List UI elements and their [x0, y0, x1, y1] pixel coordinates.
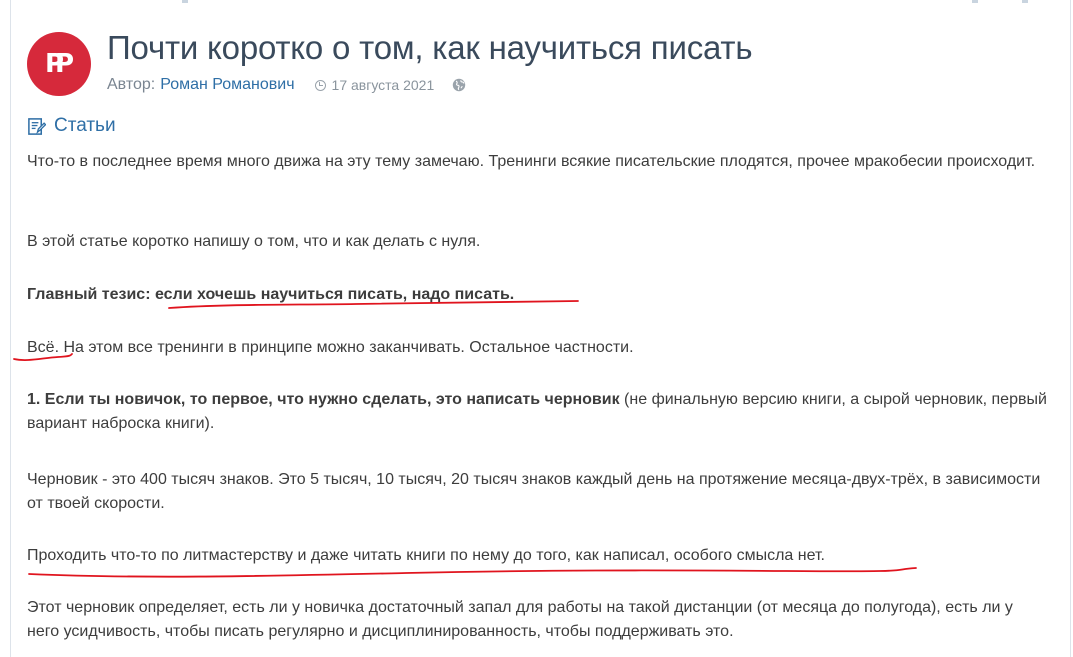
category-link[interactable]: Статьи [27, 115, 116, 137]
paragraph-thesis: Главный тезис: если хочешь научиться пис… [27, 283, 1047, 307]
paragraph-highlight: Проходить что-то по литмастерству и даже… [27, 547, 825, 564]
thesis-label: Главный тезис: [27, 286, 155, 303]
paragraph: 1. Если ты новичок, то первое, что нужно… [27, 388, 1047, 436]
paragraph: Всё. На этом все тренинги в принципе мож… [27, 336, 1047, 360]
article-header: РР Почти коротко о том, как научиться пи… [27, 29, 1057, 99]
author-link[interactable]: Роман Романович [160, 76, 294, 94]
paragraph: Что-то в последнее время много движа на … [27, 153, 1036, 170]
thesis-highlight: если хочешь научиться писать, надо писат… [154, 286, 510, 303]
step-heading: 1. Если ты новичок, то первое, что нужно… [27, 391, 620, 408]
thesis-dot: . [509, 286, 515, 303]
publish-date: 17 августа 2021 [331, 77, 435, 93]
author-label: Автор: [107, 76, 156, 93]
highlight-all: Всё. [27, 339, 60, 356]
clock-icon [314, 79, 326, 91]
category-label: Статьи [54, 115, 116, 136]
paragraph: Этот черновик определяет, есть ли у нови… [27, 599, 1013, 640]
byline: Автор: Роман Романович 17 августа 2021 [107, 76, 466, 94]
globe-icon [453, 78, 466, 92]
paragraph: В этой статье коротко напишу о том, что … [27, 233, 481, 250]
author-avatar[interactable]: РР [27, 32, 91, 96]
paragraph-rest: На этом все тренинги в принципе можно за… [59, 339, 634, 356]
page-title: Почти коротко о том, как научиться писат… [107, 29, 753, 66]
edit-note-icon [28, 117, 46, 135]
paragraph: Черновик - это 400 тысяч знаков. Это 5 т… [27, 471, 1041, 512]
